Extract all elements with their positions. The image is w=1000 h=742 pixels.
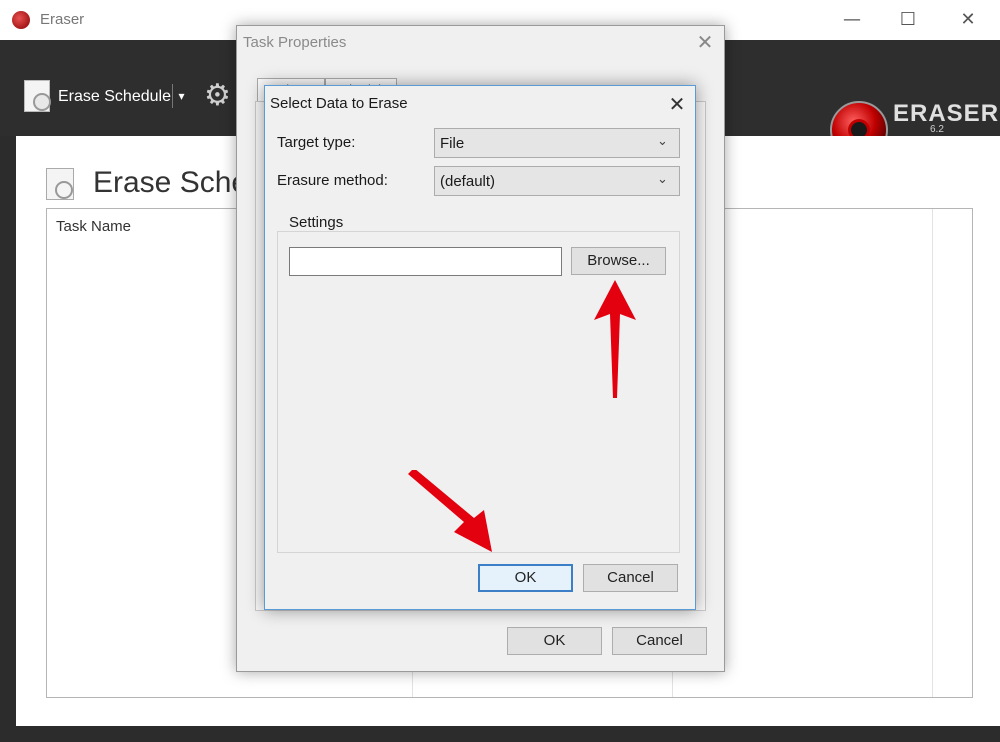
settings-gear-icon[interactable]: ⚙ <box>204 80 238 112</box>
page-title: Erase Sche <box>93 166 249 199</box>
window-title: Eraser <box>40 11 85 28</box>
task-properties-close-icon[interactable]: ✕ <box>692 30 718 54</box>
task-properties-cancel-button[interactable]: Cancel <box>612 627 707 655</box>
window-bottom-strip <box>0 726 1000 742</box>
erase-schedule-icon[interactable] <box>24 80 51 112</box>
select-data-close-icon[interactable]: ✕ <box>663 91 691 117</box>
column-divider <box>932 209 933 697</box>
target-type-label: Target type: <box>277 134 356 151</box>
column-header-task-name[interactable]: Task Name <box>56 218 131 235</box>
select-data-cancel-button[interactable]: Cancel <box>583 564 678 592</box>
erase-schedule-page-icon <box>46 168 74 200</box>
select-data-ok-button[interactable]: OK <box>478 564 573 592</box>
annotation-arrow-down-right-icon <box>408 470 492 552</box>
erase-schedule-dropdown-caret-icon[interactable]: ▾ <box>172 84 190 108</box>
maximize-button[interactable]: ☐ <box>888 8 928 32</box>
logo-version: 6.2 <box>930 124 944 135</box>
task-properties-title: Task Properties <box>243 34 347 51</box>
task-properties-ok-button[interactable]: OK <box>507 627 602 655</box>
minimize-button[interactable]: — <box>832 8 872 32</box>
erasure-method-select[interactable]: (default) ⌄ <box>434 166 680 196</box>
browse-button[interactable]: Browse... <box>571 247 666 275</box>
file-path-input[interactable] <box>289 247 562 276</box>
annotation-arrow-up-icon <box>594 280 636 398</box>
target-type-value: File <box>440 135 465 152</box>
eraser-app-window: Eraser — ☐ ✕ Erase Schedule ▾ ⚙ ERASER 6… <box>0 0 1000 742</box>
erasure-method-label: Erasure method: <box>277 172 388 189</box>
settings-group-label: Settings <box>287 214 346 231</box>
erase-schedule-button[interactable]: Erase Schedule <box>58 88 171 106</box>
chevron-down-icon: ⌄ <box>657 134 668 149</box>
target-type-select[interactable]: File ⌄ <box>434 128 680 158</box>
chevron-down-icon: ⌄ <box>657 172 668 187</box>
erasure-method-value: (default) <box>440 173 496 190</box>
eraser-app-icon <box>12 11 30 29</box>
logo-name: ERASER <box>893 100 1000 127</box>
close-button[interactable]: ✕ <box>948 8 988 32</box>
select-data-title: Select Data to Erase <box>270 95 408 112</box>
